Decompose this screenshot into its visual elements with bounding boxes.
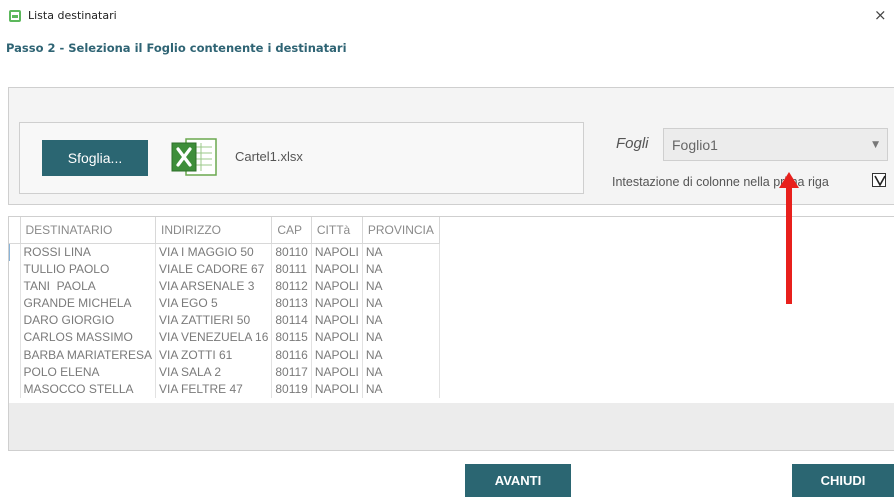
cell-recipient: TANI PAOLA [20, 277, 156, 295]
browse-button[interactable]: Sfoglia... [42, 140, 148, 176]
row-selector[interactable] [9, 329, 21, 347]
chevron-down-icon: ▼ [872, 140, 879, 150]
row-selector[interactable] [9, 380, 21, 398]
close-button[interactable]: CHIUDI [792, 464, 894, 497]
cell-address: VIA ZATTIERI 50 [155, 312, 273, 330]
file-selection-panel: Sfoglia... Cartel1.xlsx Fogli Foglio1 ▼ … [8, 87, 894, 205]
cell-address: VIALE CADORE 67 [155, 260, 273, 278]
table-row[interactable]: GRANDE MICHELA VIA EGO 5 80113 NAPOLI NA [9, 294, 440, 313]
cell-city: NAPOLI [311, 380, 363, 398]
sheet-label: Fogli [616, 135, 649, 152]
cell-recipient: MASOCCO STELLA [20, 380, 156, 398]
file-box: Sfoglia... Cartel1.xlsx [19, 122, 584, 194]
cell-cap: 80117 [271, 363, 312, 381]
annotation-arrow-icon [779, 172, 799, 304]
sheet-select-value: Foglio1 [672, 137, 718, 153]
next-button[interactable]: AVANTI [465, 464, 571, 497]
table-row[interactable]: MASOCCO STELLA VIA FELTRE 47 80119 NAPOL… [9, 380, 440, 398]
cell-recipient: BARBA MARIATERESA [20, 346, 156, 364]
cell-province: NA [362, 363, 440, 381]
cell-address: VIA ARSENALE 3 [155, 277, 273, 295]
table-row[interactable]: CARLOS MASSIMO VIA VENEZUELA 16 80115 NA… [9, 329, 440, 347]
cell-city: NAPOLI [311, 260, 363, 278]
check-icon [874, 175, 886, 187]
cell-recipient: POLO ELENA [20, 363, 156, 381]
cell-province: NA [362, 312, 440, 330]
cell-city: NAPOLI [311, 363, 363, 381]
cell-recipient: TULLIO PAOLO [20, 260, 156, 278]
step-title: Passo 2 - Seleziona il Foglio contenente… [6, 41, 347, 55]
sheet-select[interactable]: Foglio1 ▼ [663, 128, 888, 161]
app-icon [9, 10, 21, 22]
cell-recipient: DARO GIORGIO [20, 312, 156, 330]
cell-city: NAPOLI [311, 294, 363, 313]
cell-city: NAPOLI [311, 329, 363, 347]
cell-cap: 80119 [271, 380, 312, 398]
recipients-grid-panel: DESTINATARIO INDIRIZZO CAP CITTà PROVINC… [8, 216, 894, 451]
cell-cap: 80114 [271, 312, 312, 330]
cell-recipient: CARLOS MASSIMO [20, 329, 156, 347]
table-row[interactable]: ROSSI LINA VIA I MAGGIO 50 80110 NAPOLI … [9, 243, 440, 261]
cell-cap: 80116 [271, 346, 312, 364]
cell-city: NAPOLI [311, 243, 363, 261]
column-header[interactable]: CITTà [311, 217, 363, 244]
cell-province: NA [362, 329, 440, 347]
table-row[interactable]: DARO GIORGIO VIA ZATTIERI 50 80114 NAPOL… [9, 312, 440, 330]
column-header[interactable]: DESTINATARIO [20, 217, 156, 244]
cell-province: NA [362, 260, 440, 278]
cell-cap: 80113 [271, 294, 312, 313]
cell-province: NA [362, 243, 440, 261]
cell-address: VIA FELTRE 47 [155, 380, 273, 398]
row-selector[interactable] [9, 243, 21, 261]
row-selector-header [9, 217, 21, 244]
title-bar: Lista destinatari × [0, 0, 894, 32]
row-selector[interactable] [9, 260, 21, 278]
cell-province: NA [362, 294, 440, 313]
cell-cap: 80115 [271, 329, 312, 347]
row-selector[interactable] [9, 346, 21, 364]
table-row[interactable]: TANI PAOLA VIA ARSENALE 3 80112 NAPOLI N… [9, 277, 440, 295]
row-selector[interactable] [9, 363, 21, 381]
cell-cap: 80112 [271, 277, 312, 295]
column-header[interactable]: CAP [271, 217, 312, 244]
header-row-checkbox[interactable] [872, 173, 886, 187]
cell-province: NA [362, 346, 440, 364]
cell-address: VIA SALA 2 [155, 363, 273, 381]
cell-address: VIA EGO 5 [155, 294, 273, 313]
table-row[interactable]: TULLIO PAOLO VIALE CADORE 67 80111 NAPOL… [9, 260, 440, 278]
recipients-table: DESTINATARIO INDIRIZZO CAP CITTà PROVINC… [9, 217, 440, 398]
row-selector[interactable] [9, 294, 21, 313]
column-header[interactable]: INDIRIZZO [155, 217, 273, 244]
cell-province: NA [362, 277, 440, 295]
recipients-grid[interactable]: DESTINATARIO INDIRIZZO CAP CITTà PROVINC… [9, 217, 894, 403]
excel-icon [171, 138, 217, 176]
cell-city: NAPOLI [311, 346, 363, 364]
close-icon[interactable]: × [874, 6, 887, 24]
column-header[interactable]: PROVINCIA [362, 217, 440, 244]
cell-city: NAPOLI [311, 277, 363, 295]
table-header-row: DESTINATARIO INDIRIZZO CAP CITTà PROVINC… [9, 217, 440, 244]
cell-cap: 80111 [271, 260, 312, 278]
row-selector[interactable] [9, 277, 21, 295]
cell-address: VIA ZOTTI 61 [155, 346, 273, 364]
cell-province: NA [362, 380, 440, 398]
cell-city: NAPOLI [311, 312, 363, 330]
cell-address: VIA I MAGGIO 50 [155, 243, 273, 261]
cell-address: VIA VENEZUELA 16 [155, 329, 273, 347]
row-selector[interactable] [9, 312, 21, 330]
table-row[interactable]: POLO ELENA VIA SALA 2 80117 NAPOLI NA [9, 363, 440, 381]
cell-cap: 80110 [271, 243, 312, 261]
file-name: Cartel1.xlsx [235, 149, 303, 164]
window-title: Lista destinatari [28, 9, 117, 22]
cell-recipient: ROSSI LINA [20, 243, 156, 261]
table-row[interactable]: BARBA MARIATERESA VIA ZOTTI 61 80116 NAP… [9, 346, 440, 364]
cell-recipient: GRANDE MICHELA [20, 294, 156, 313]
